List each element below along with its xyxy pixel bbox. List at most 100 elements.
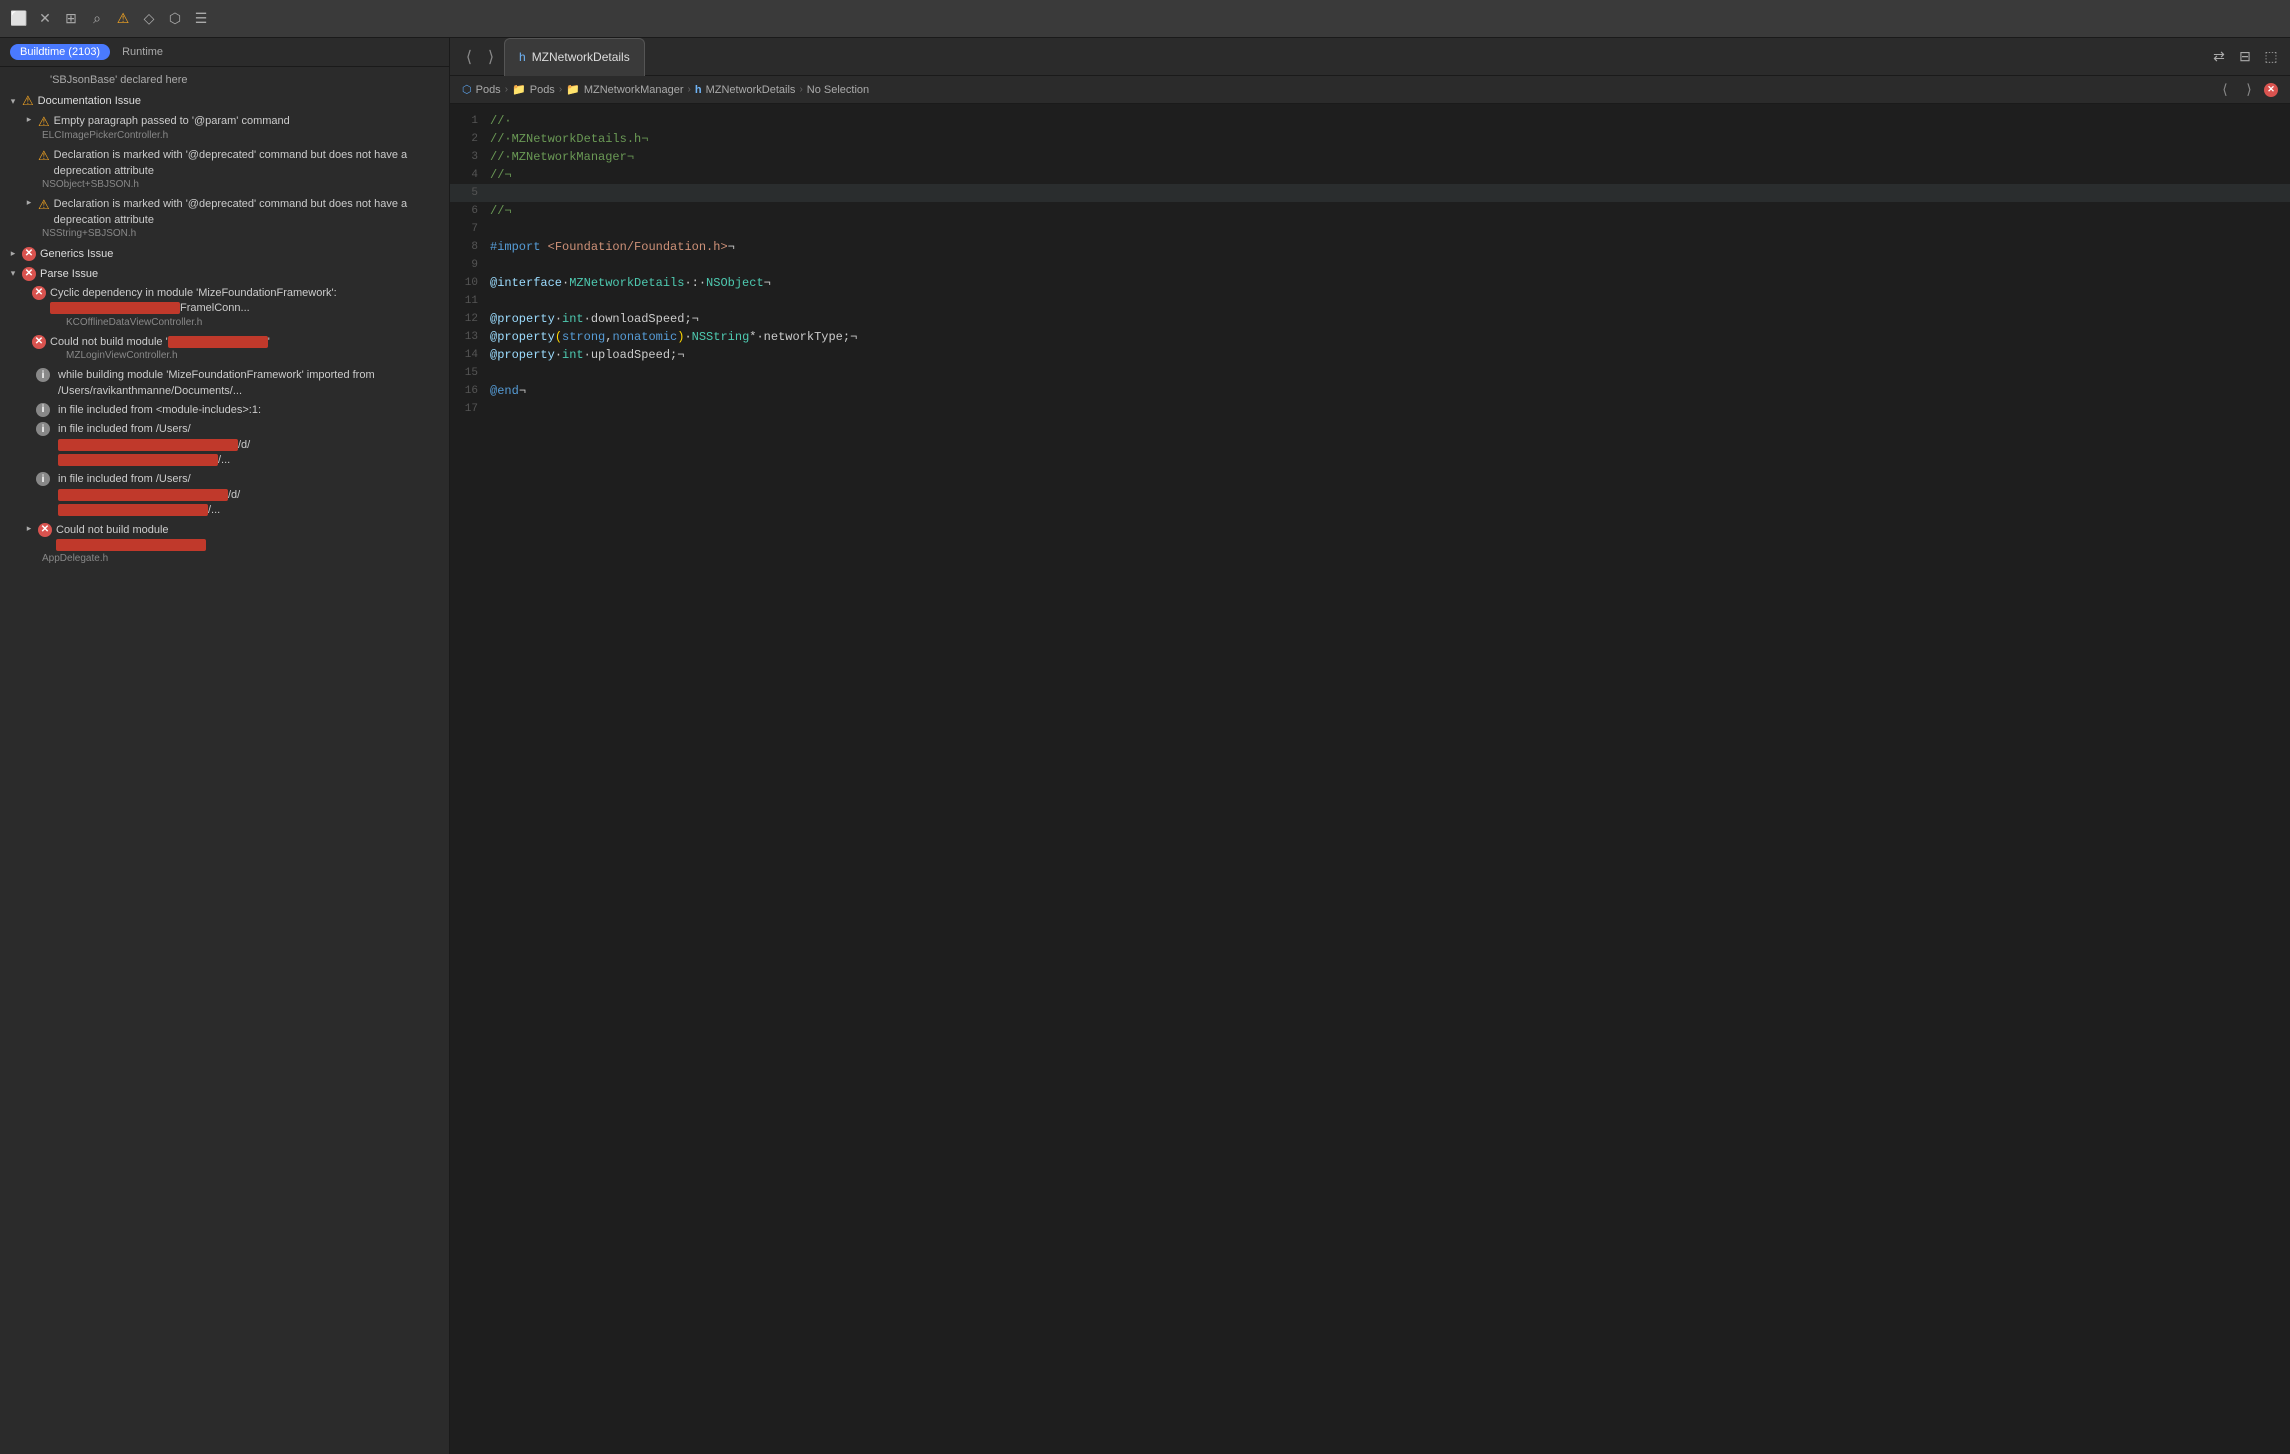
issue-text: Declaration is marked with '@deprecated'… [54,197,441,228]
chevron-item [24,197,34,208]
issue-file: ELCImagePickerController.h [24,130,441,144]
list-item[interactable]: i while building module 'MizeFoundationF… [0,366,449,401]
file-icon[interactable]: ⬜ [10,10,28,28]
close-icon[interactable]: ✕ [36,10,54,28]
code-line-15: 15 [450,364,2290,382]
list-item[interactable]: ⚠ Declaration is marked with '@deprecate… [0,195,449,244]
warn-icon: ⚠ [38,114,50,130]
line-number: 6 [450,202,490,220]
code-line-4: 4 //¬ [450,166,2290,184]
line-content: //· [490,112,2290,130]
search-icon[interactable]: ⌕ [88,10,106,28]
list-item[interactable]: 'SBJsonBase' declared here [0,71,449,90]
line-number: 13 [450,328,490,346]
line-number: 2 [450,130,490,148]
issue-text: in file included from /Users/ /d/ /... [58,472,240,518]
breadcrumb-folder[interactable]: 📁 Pods [512,83,555,96]
line-number: 16 [450,382,490,400]
issue-text: Declaration is marked with '@deprecated'… [54,148,441,179]
error-icon: ✕ [22,267,36,281]
nav-back-icon[interactable]: ⟨ [460,48,478,66]
code-line-2: 2 //·MZNetworkDetails.h¬ [450,130,2290,148]
issue-group-header-parse[interactable]: ✕ Parse Issue [0,264,449,284]
tag-icon[interactable]: ⬡ [166,10,184,28]
breadcrumb-sep: › [559,84,562,95]
nav-forward-editor[interactable]: ⟩ [2240,81,2258,99]
line-number: 4 [450,166,490,184]
tab-buildtime[interactable]: Buildtime (2103) [10,44,110,60]
breadcrumb-label[interactable]: Pods [530,84,555,96]
issue-text: Cyclic dependency in module 'MizeFoundat… [50,286,441,317]
main-area: Buildtime (2103) Runtime 'SBJsonBase' de… [0,38,2290,1454]
warn-icon: ⚠ [38,197,50,213]
breadcrumb-sep: › [799,84,802,95]
issue-text: Empty paragraph passed to '@param' comma… [54,114,441,129]
breadcrumb-close-button[interactable]: ✕ [2264,83,2278,97]
tab-bar: Buildtime (2103) Runtime [0,38,449,67]
pods-app-icon: ⬡ [462,83,472,96]
list-item[interactable]: i in file included from /Users/ /d/ /... [0,420,449,470]
diamond-icon[interactable]: ◇ [140,10,158,28]
breadcrumb-mznetworkmanager[interactable]: 📁 MZNetworkManager [566,83,683,96]
code-editor[interactable]: 1 //· 2 //·MZNetworkDetails.h¬ 3 //·MZNe… [450,104,2290,1454]
issue-text: while building module 'MizeFoundationFra… [58,368,441,399]
issues-panel: Buildtime (2103) Runtime 'SBJsonBase' de… [0,38,450,1454]
nav-back-editor[interactable]: ⟨ [2216,81,2234,99]
error-icon: ✕ [38,523,52,537]
list-item[interactable]: ✕ Cyclic dependency in module 'MizeFound… [0,284,449,333]
layout-icon[interactable]: ⬚ [2262,48,2280,66]
code-line-16: 16 @end¬ [450,382,2290,400]
code-line-11: 11 [450,292,2290,310]
breadcrumb-pods-icon[interactable]: ⬡ Pods [462,83,501,96]
issue-group-header-documentation[interactable]: ⚠ Documentation Issue [0,90,449,112]
folder-icon2: 📁 [566,83,580,96]
list-item[interactable]: i in file included from /Users/ /d/ /... [0,470,449,520]
code-line-14: 14 @property·int·uploadSpeed;¬ [450,346,2290,364]
line-content [490,400,2290,418]
issue-group-label: Documentation Issue [38,95,141,107]
issue-file: NSObject+SBJSON.h [24,179,441,193]
issue-file: MZLoginViewController.h [24,350,441,364]
warn-icon: ⚠ [22,93,34,109]
error-icon: ✕ [32,335,46,349]
list-item[interactable]: ✕ Could not build module ' ' MZLoginView… [0,333,449,366]
swap-icon[interactable]: ⇄ [2210,48,2228,66]
breadcrumb-bar: ⬡ Pods › 📁 Pods › 📁 MZNetworkManager › h… [450,76,2290,104]
tab-label: MZNetworkDetails [532,50,630,64]
list-item[interactable]: i in file included from <module-includes… [0,401,449,420]
breadcrumb-pods-label[interactable]: Pods [476,84,501,96]
code-line-7: 7 [450,220,2290,238]
main-toolbar: ⬜ ✕ ⊞ ⌕ ⚠ ◇ ⬡ ☰ [0,0,2290,38]
chevron-item [24,523,34,534]
split-icon[interactable]: ⊟ [2236,48,2254,66]
list-item[interactable]: ⚠ Declaration is marked with '@deprecate… [0,146,449,195]
line-number: 1 [450,112,490,130]
info-icon: i [36,472,50,486]
line-number: 12 [450,310,490,328]
line-content: @property(strong,nonatomic)·NSString*·ne… [490,328,2290,346]
tab-runtime[interactable]: Runtime [116,44,169,60]
grid-icon[interactable]: ⊞ [62,10,80,28]
breadcrumb-label3[interactable]: MZNetworkDetails [706,84,796,96]
line-content [490,220,2290,238]
editor-tab-mznetworkdetails[interactable]: h MZNetworkDetails [504,38,645,76]
editor-topbar-right: ⇄ ⊟ ⬚ [2210,48,2280,66]
editor-panel: ⟨ ⟩ h MZNetworkDetails ⇄ ⊟ ⬚ ⬡ Pods › [450,38,2290,1454]
code-line-1: 1 //· [450,112,2290,130]
nav-forward-icon[interactable]: ⟩ [482,48,500,66]
line-number: 15 [450,364,490,382]
issue-group-parse: ✕ Parse Issue ✕ Cyclic dependency in mod… [0,264,449,569]
issue-group-header-generics[interactable]: ✕ Generics Issue [0,244,449,264]
note-icon[interactable]: ☰ [192,10,210,28]
list-item[interactable]: ✕ Could not build module AppDelegate.h [0,521,449,570]
line-number: 7 [450,220,490,238]
breadcrumb-mznetworkdetails[interactable]: h MZNetworkDetails [695,84,796,96]
issue-text: 'SBJsonBase' declared here [36,73,441,88]
line-content [490,292,2290,310]
line-content: //·MZNetworkManager¬ [490,148,2290,166]
breadcrumb-no-selection[interactable]: No Selection [807,84,869,96]
list-item[interactable]: ⚠ Empty paragraph passed to '@param' com… [0,112,449,146]
breadcrumb-label2[interactable]: MZNetworkManager [584,84,684,96]
line-content: @interface·MZNetworkDetails·:·NSObject¬ [490,274,2290,292]
warning-icon[interactable]: ⚠ [114,10,132,28]
